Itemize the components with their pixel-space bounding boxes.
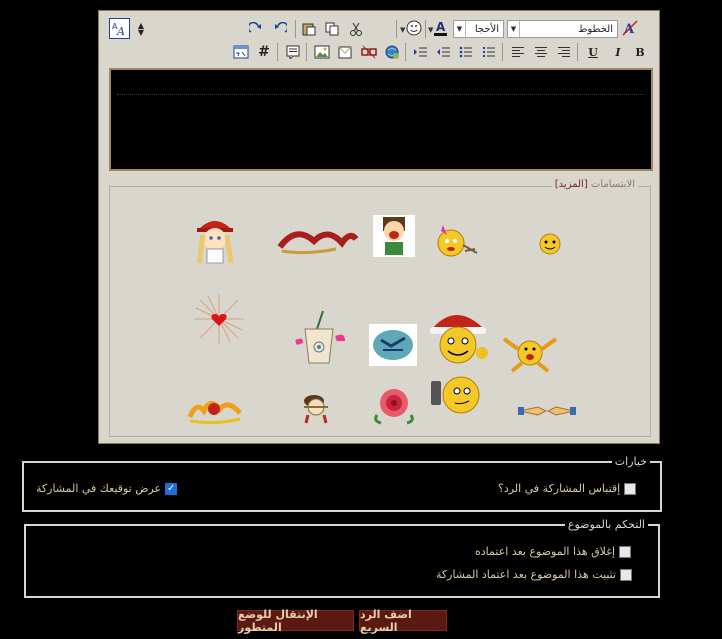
paste-icon[interactable] <box>300 20 318 38</box>
svg-text:▼: ▼ <box>400 26 406 34</box>
wrap-html-icon[interactable] <box>232 43 250 61</box>
outdent-icon[interactable] <box>435 43 453 61</box>
insert-image-icon[interactable] <box>313 43 331 61</box>
thread-control-box <box>24 524 660 598</box>
smilie-handshake-icon[interactable] <box>518 399 576 426</box>
advanced-mode-button[interactable]: الإنتقال للوضع المتطور <box>237 608 354 634</box>
italic-button[interactable]: I <box>609 43 627 61</box>
quick-reply-button[interactable]: اضف الرد السريع <box>359 608 447 634</box>
close-thread-checkbox[interactable] <box>619 545 632 558</box>
svg-text:A: A <box>116 25 125 37</box>
thread-control-legend: التحكم بالموضوع <box>564 518 648 531</box>
align-right-icon[interactable] <box>555 43 573 61</box>
remove-link-icon[interactable] <box>360 43 378 61</box>
unordered-list-icon[interactable] <box>457 43 475 61</box>
insert-email-icon[interactable] <box>336 43 354 61</box>
underline-button[interactable]: U <box>584 43 602 61</box>
sticky-thread-option[interactable]: تثبيت هذا الموضوع بعد اعتماد المشاركة <box>436 568 633 581</box>
signature-checkbox[interactable]: ✓ <box>165 482 178 495</box>
chevron-down-icon: ▼ <box>508 21 520 37</box>
remove-format-icon[interactable]: A <box>621 19 639 37</box>
smilie-rose-icon[interactable] <box>371 385 417 428</box>
wrap-code-button[interactable]: # <box>255 43 273 61</box>
switch-mode-icon[interactable]: AA <box>109 18 130 39</box>
undo-icon[interactable] <box>271 20 289 38</box>
smilie-hat-guy-icon[interactable] <box>296 389 336 428</box>
align-center-icon[interactable] <box>532 43 550 61</box>
message-textarea[interactable] <box>109 68 653 171</box>
smilie-blue-ball-icon[interactable] <box>369 324 417 366</box>
cut-icon[interactable] <box>347 20 365 38</box>
wrap-quote-icon[interactable] <box>284 43 302 61</box>
smilie-cheering-face-icon[interactable] <box>500 331 560 376</box>
smilie-drink-cup-icon[interactable] <box>293 309 347 370</box>
smilies-box: الابتسامات [المزيد] <box>109 179 651 437</box>
smilie-laughing-girl-icon[interactable] <box>373 215 415 257</box>
align-left-icon[interactable] <box>509 43 527 61</box>
close-thread-option[interactable]: إغلاق هذا الموضوع بعد اعتماده <box>475 545 632 558</box>
indent-icon[interactable] <box>412 43 430 61</box>
copy-icon[interactable] <box>323 20 341 38</box>
signature-option[interactable]: ✓ عرض توقيعك في المشاركة <box>36 482 178 495</box>
options-legend: خيارات <box>611 455 650 468</box>
chevron-down-icon: ▼ <box>454 21 466 37</box>
more-smilies-link[interactable]: [المزيد] <box>555 179 588 190</box>
editor-panel: A ▼ الخطوط ▼ الأحجا A▼ ▼ AA ▲▼ B I U <box>98 10 660 444</box>
smilie-girl-face-icon[interactable] <box>433 223 479 264</box>
smilies-legend: الابتسامات [المزيد] <box>551 179 638 190</box>
smilie-small-face-icon[interactable] <box>537 231 563 260</box>
bold-button[interactable]: B <box>631 43 649 61</box>
size-select[interactable]: ▼ الأحجا <box>453 20 504 38</box>
text-color-button[interactable]: A ▼ <box>428 19 450 37</box>
smilie-phone-face-icon[interactable] <box>429 375 487 422</box>
sticky-thread-checkbox[interactable] <box>620 568 633 581</box>
smilie-button[interactable]: ▼ <box>400 19 422 37</box>
smilie-thanks-text-icon[interactable] <box>276 221 360 260</box>
smilie-sparkling-heart-icon[interactable] <box>192 292 246 349</box>
svg-text:A: A <box>436 20 446 34</box>
svg-text:▼: ▼ <box>428 26 434 34</box>
quote-checkbox[interactable] <box>624 482 637 495</box>
insert-link-icon[interactable] <box>383 43 401 61</box>
font-select[interactable]: ▼ الخطوط <box>507 20 618 38</box>
resize-icon[interactable]: ▲ ▼ <box>135 18 147 40</box>
ordered-list-icon[interactable] <box>480 43 498 61</box>
smilie-yellow-text-icon[interactable] <box>186 395 244 428</box>
smilie-cap-girl-icon[interactable] <box>193 213 237 270</box>
redo-icon[interactable] <box>247 20 265 38</box>
smilie-santa-face-icon[interactable] <box>426 305 492 372</box>
quote-option[interactable]: إقتباس المشاركة في الرد؟ <box>498 482 637 495</box>
